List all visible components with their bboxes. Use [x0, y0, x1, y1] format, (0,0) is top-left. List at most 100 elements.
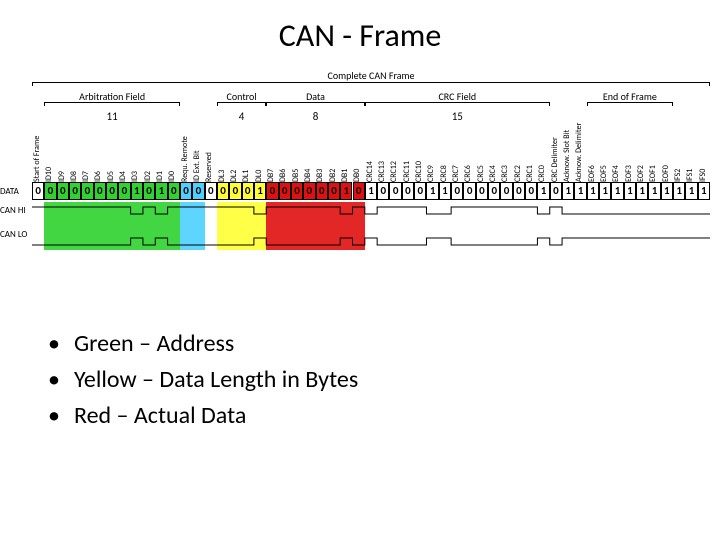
bit-cell: 1: [537, 182, 549, 200]
bullet: Red – Actual Data: [74, 398, 246, 434]
column-label: ID1: [155, 171, 165, 182]
column-label: CRC6: [463, 165, 473, 182]
bit-cell: 1: [611, 182, 623, 200]
field-count: 15: [452, 110, 463, 123]
column-label: ID10: [44, 167, 54, 182]
column-label: EOF0: [661, 165, 671, 182]
waveform-highlight: [44, 202, 180, 250]
column-label: DB2: [328, 169, 338, 182]
column-label: DB0: [352, 169, 362, 182]
column-label: EOF1: [648, 165, 658, 182]
bit-cell: 0: [513, 182, 525, 200]
bit-cell: 0: [69, 182, 81, 200]
column-label: ID9: [57, 171, 67, 182]
bit-cell: 0: [316, 182, 328, 200]
column-label: CRC7: [451, 165, 461, 182]
bit-cell: 0: [488, 182, 500, 200]
bit-cell: 1: [365, 182, 377, 200]
field-label: End of Frame: [603, 90, 657, 103]
complete-bracket: [32, 82, 710, 86]
bit-cell: 0: [389, 182, 401, 200]
bit-cell: 0: [180, 182, 192, 200]
column-label: CRC5: [476, 165, 486, 182]
bit-cell: 1: [624, 182, 636, 200]
bit-cell: 0: [217, 182, 229, 200]
bit-cell: 1: [562, 182, 574, 200]
bit-cell: 0: [463, 182, 475, 200]
bit-cell: 0: [44, 182, 56, 200]
column-label: CRC2: [513, 165, 523, 182]
column-label: EOF3: [624, 165, 634, 182]
bit-cell: 0: [118, 182, 130, 200]
bit-cell: 1: [661, 182, 673, 200]
waveform-background: [10, 202, 710, 250]
column-label: Start of Frame: [32, 136, 42, 182]
waveform-highlight: [217, 202, 266, 250]
column-label: CRC12: [389, 161, 399, 182]
bit-cell: 1: [587, 182, 599, 200]
bit-cell: 0: [353, 182, 365, 200]
bit-cell: 0: [500, 182, 512, 200]
column-label: CRC3: [500, 165, 510, 182]
column-label: EOF6: [587, 165, 597, 182]
column-label: CRC10: [414, 161, 424, 182]
bullet: Green – Address: [74, 326, 234, 362]
bit-cell: 1: [648, 182, 660, 200]
column-label: EOF4: [611, 165, 621, 182]
complete-label: Complete CAN Frame: [327, 69, 414, 82]
bit-cell: 1: [636, 182, 648, 200]
bit-cell: 0: [242, 182, 254, 200]
waveform-highlight: [266, 202, 365, 250]
bit-cell: 0: [266, 182, 278, 200]
bit-cell: 0: [303, 182, 315, 200]
field-label: Arbitration Field: [79, 90, 145, 103]
column-label: ID8: [69, 171, 79, 182]
column-label: CRC13: [377, 161, 387, 182]
column-label: Acknow. Slot Bit: [562, 130, 572, 182]
column-label: ID3: [130, 171, 140, 182]
column-label: Acknow. Delimiter: [574, 123, 584, 182]
field-label: Data: [306, 90, 325, 103]
column-label: CRC Delimiter: [550, 137, 560, 182]
column-label: CRC4: [488, 165, 498, 182]
column-label: CRC9: [426, 165, 436, 182]
column-label: CRC8: [439, 165, 449, 182]
column-label: Requ. Remote: [180, 136, 190, 182]
bit-cell: 0: [476, 182, 488, 200]
column-label: ID7: [81, 171, 91, 182]
bit-cell: 0: [291, 182, 303, 200]
column-label: DB6: [278, 169, 288, 182]
bit-cell: 1: [426, 182, 438, 200]
bullet: Yellow – Data Length in Bytes: [74, 362, 358, 398]
bit-cell: 1: [698, 182, 710, 200]
column-label: IFS0: [698, 169, 708, 182]
field-count: 4: [239, 110, 245, 123]
column-label: ID6: [93, 171, 103, 182]
field-count: 11: [107, 110, 118, 123]
column-label: DL0: [254, 170, 264, 182]
column-label: CRC0: [537, 165, 547, 182]
column-label: CRC11: [402, 161, 412, 182]
bit-cell: 0: [279, 182, 291, 200]
column-label: DL2: [229, 170, 239, 182]
column-label: DB7: [266, 169, 276, 182]
bit-cell: 0: [106, 182, 118, 200]
bit-cell: 1: [131, 182, 143, 200]
page-title: CAN - Frame: [0, 16, 720, 55]
column-label: CRC14: [365, 161, 375, 182]
bit-cell: 0: [525, 182, 537, 200]
bit-cell: 1: [685, 182, 697, 200]
bit-cell: 1: [673, 182, 685, 200]
column-label: ID5: [106, 171, 116, 182]
bit-cell: 1: [254, 182, 266, 200]
bit-cell: 0: [205, 182, 217, 200]
bit-cell: 0: [143, 182, 155, 200]
bit-cell: 0: [377, 182, 389, 200]
bit-cell: 0: [451, 182, 463, 200]
field-label: Control: [227, 90, 257, 103]
column-label: IFS1: [685, 169, 695, 182]
column-label: EOF2: [636, 165, 646, 182]
bit-cell: 0: [168, 182, 180, 200]
bit-cell: 0: [32, 182, 44, 200]
column-label: DL3: [217, 170, 227, 182]
